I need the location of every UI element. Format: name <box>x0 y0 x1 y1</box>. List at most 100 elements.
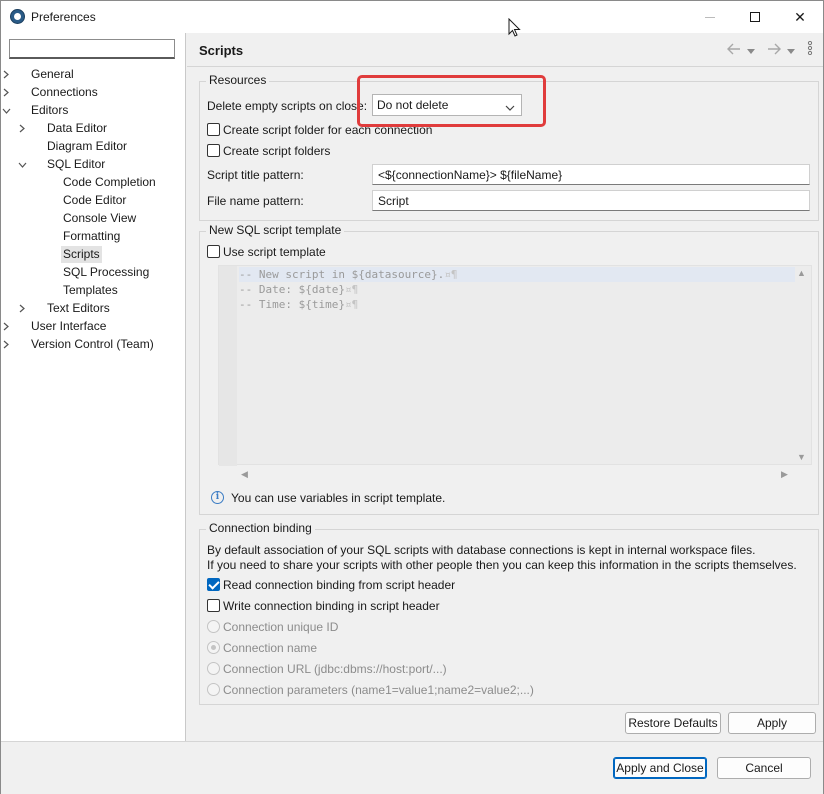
preference-page: Scripts Resources Delete empty scripts o… <box>187 33 823 741</box>
tree-item-label: User Interface <box>31 319 107 333</box>
tree-item[interactable]: Scripts <box>1 246 185 263</box>
delete-empty-label: Delete empty scripts on close: <box>207 99 368 113</box>
tree-item[interactable]: Editors <box>1 102 185 119</box>
tree-item-label: Data Editor <box>47 121 108 135</box>
tree-item-label: SQL Editor <box>47 157 106 171</box>
tree-item-label: General <box>31 67 74 81</box>
mouse-cursor-icon <box>508 17 522 41</box>
dialog-button-bar: Apply and Close Cancel <box>1 741 823 794</box>
radio-connection-name-label: Connection name <box>223 641 318 655</box>
template-title: New SQL script template <box>206 223 345 237</box>
chevron-right-icon[interactable] <box>1 318 11 335</box>
preferences-tree: General Connections Editors Data Editor Diag… <box>1 33 186 741</box>
create-folder-per-connection-checkbox[interactable] <box>207 123 220 136</box>
chevron-down-icon[interactable] <box>17 156 27 173</box>
window-title: Preferences <box>31 10 96 24</box>
apply-button[interactable]: Apply <box>728 712 816 734</box>
scroll-right-icon[interactable]: ▶ <box>781 469 788 480</box>
tree-item-label: Code Editor <box>63 193 127 207</box>
write-header-label: Write connection binding in script heade… <box>223 599 440 613</box>
chevron-right-icon[interactable] <box>1 84 11 101</box>
tree-item-label: Templates <box>63 283 118 297</box>
forward-dropdown-icon[interactable] <box>787 42 795 58</box>
radio-unique-id-label: Connection unique ID <box>223 620 339 634</box>
template-info-text: You can use variables in script template… <box>231 491 446 505</box>
tree-item[interactable]: Code Editor <box>1 192 185 209</box>
tree-item[interactable]: Text Editors <box>1 300 185 317</box>
radio-connection-params[interactable] <box>207 683 220 696</box>
info-icon: i <box>211 491 224 504</box>
filter-input[interactable] <box>9 39 175 59</box>
read-header-checkbox[interactable] <box>207 578 220 591</box>
radio-connection-url[interactable] <box>207 662 220 675</box>
use-template-label: Use script template <box>223 245 326 259</box>
page-title: Scripts <box>199 43 244 58</box>
template-line: -- Time: ${time}¤¶ <box>239 298 359 311</box>
close-icon: ✕ <box>794 8 806 25</box>
title-pattern-field[interactable]: <${connectionName}> ${fileName} <box>372 164 810 185</box>
forward-arrow-icon[interactable] <box>767 42 781 58</box>
file-name-pattern-field[interactable]: Script <box>372 190 810 211</box>
tree-item[interactable]: Connections <box>1 84 185 101</box>
back-arrow-icon[interactable] <box>727 42 741 58</box>
cancel-button[interactable]: Cancel <box>717 757 811 779</box>
chevron-right-icon[interactable] <box>1 66 11 83</box>
chevron-down-icon[interactable] <box>1 102 11 119</box>
tree-item-label: Formatting <box>63 229 121 243</box>
binding-desc-1: By default association of your SQL scrip… <box>207 543 756 557</box>
preferences-window: Preferences ✕ General Connections Editors D… <box>0 0 824 794</box>
tree-item-label: Connections <box>31 85 98 99</box>
tree-item[interactable]: Code Completion <box>1 174 185 191</box>
back-dropdown-icon[interactable] <box>747 42 755 58</box>
tree-item-label: SQL Processing <box>63 265 150 279</box>
tree-item-label: Version Control (Team) <box>31 337 154 351</box>
tree-item[interactable]: General <box>1 66 185 83</box>
minimize-button[interactable] <box>687 1 733 33</box>
radio-connection-params-label: Connection parameters (name1=value1;name… <box>223 683 534 697</box>
minimize-icon <box>705 16 715 18</box>
template-line: -- New script in ${datasource}.¤¶ <box>239 267 795 282</box>
resources-title: Resources <box>206 73 270 87</box>
create-folders-label: Create script folders <box>223 144 331 158</box>
title-bar: Preferences ✕ <box>1 1 823 33</box>
close-button[interactable]: ✕ <box>777 1 823 33</box>
tree-item[interactable]: Diagram Editor <box>1 138 185 155</box>
tree-item[interactable]: Version Control (Team) <box>1 336 185 353</box>
tree-item-label: Code Completion <box>63 175 156 189</box>
tree-item-label: Console View <box>63 211 137 225</box>
radio-connection-name[interactable] <box>207 641 220 654</box>
apply-and-close-button[interactable]: Apply and Close <box>613 757 707 779</box>
maximize-icon <box>750 12 760 22</box>
create-folders-checkbox[interactable] <box>207 144 220 157</box>
tree-item[interactable]: Formatting <box>1 228 185 245</box>
tree-item[interactable]: Templates <box>1 282 185 299</box>
chevron-right-icon[interactable] <box>17 120 27 137</box>
tree-item[interactable]: Data Editor <box>1 120 185 137</box>
maximize-button[interactable] <box>732 1 778 33</box>
scroll-up-icon[interactable]: ▲ <box>797 268 806 278</box>
chevron-right-icon[interactable] <box>1 336 11 353</box>
binding-desc-2: If you need to share your scripts with o… <box>207 558 797 572</box>
dbeaver-app-icon <box>10 9 25 24</box>
tree-item[interactable]: SQL Editor <box>1 156 185 173</box>
scroll-left-icon[interactable]: ◀ <box>241 469 248 480</box>
template-editor[interactable]: -- New script in ${datasource}.¤¶ -- Dat… <box>218 265 812 466</box>
scroll-down-icon[interactable]: ▼ <box>797 452 806 462</box>
restore-defaults-button[interactable]: Restore Defaults <box>625 712 721 734</box>
chevron-right-icon[interactable] <box>17 300 27 317</box>
use-template-checkbox[interactable] <box>207 245 220 258</box>
tree-item-label: Editors <box>31 103 69 117</box>
tree-item[interactable]: Console View <box>1 210 185 227</box>
vertical-dots-icon[interactable] <box>807 40 813 58</box>
tree-item[interactable]: SQL Processing <box>1 264 185 281</box>
page-nav <box>727 40 813 58</box>
binding-title: Connection binding <box>206 521 315 535</box>
tree-item[interactable]: User Interface <box>1 318 185 335</box>
file-name-pattern-label: File name pattern: <box>207 194 304 208</box>
tree-item-label: Diagram Editor <box>47 139 128 153</box>
tree-item-label: Scripts <box>61 246 102 263</box>
header-divider <box>187 66 823 67</box>
radio-unique-id[interactable] <box>207 620 220 633</box>
write-header-checkbox[interactable] <box>207 599 220 612</box>
tree-item-label: Text Editors <box>47 301 110 315</box>
